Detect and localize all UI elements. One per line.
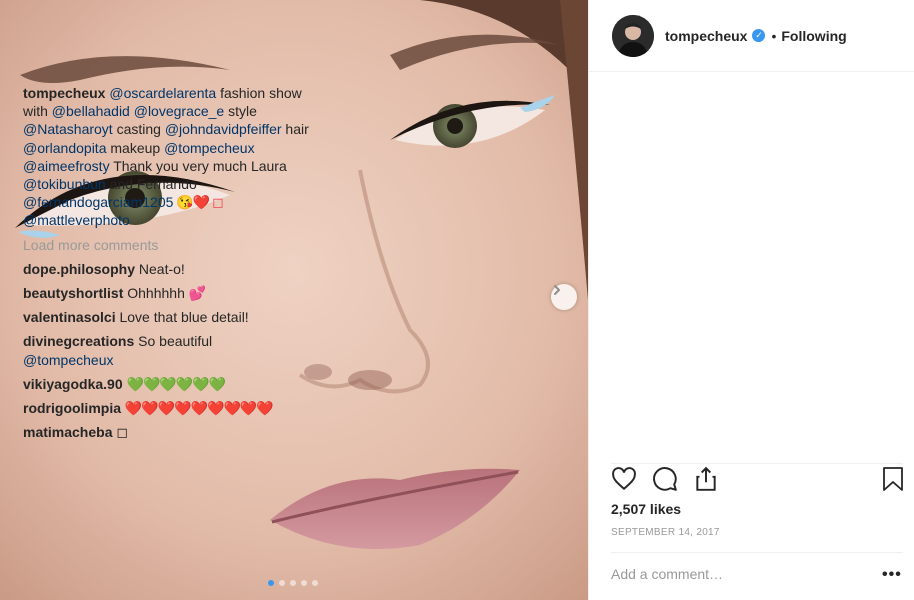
comment-text: Neat-o!	[138, 260, 185, 277]
carousel-dot	[279, 580, 285, 586]
post-header: tompecheux ✓ • Following	[589, 0, 914, 72]
avatar[interactable]	[612, 14, 654, 57]
more-options-button[interactable]: •••	[882, 566, 902, 584]
share-icon[interactable]	[693, 466, 719, 497]
comment-item: valentinasolci Love that blue detail!	[23, 308, 309, 326]
caption-text-fragment: casting	[112, 121, 165, 138]
heart-icon[interactable]	[611, 466, 637, 497]
next-slide-button[interactable]	[551, 284, 577, 310]
post-caption: tompecheux @oscardelarenta fashion show …	[23, 84, 309, 230]
comment-emoji: 💚💚💚💚💚💚	[126, 375, 227, 392]
caption-mention-link[interactable]: @tompecheux	[164, 140, 254, 156]
carousel-dot	[268, 580, 274, 586]
bookmark-icon[interactable]	[881, 466, 905, 497]
caption-text-fragment: hair	[281, 121, 309, 138]
comment-username[interactable]: divinegcreations	[23, 333, 134, 349]
post-username[interactable]: tompecheux	[665, 28, 747, 44]
carousel-dot	[312, 580, 318, 586]
caption-mention-link[interactable]: @Natasharoyt	[23, 121, 113, 137]
carousel-indicators	[268, 580, 318, 586]
comment-text: So beautiful	[138, 333, 213, 350]
following-button[interactable]: Following	[781, 28, 846, 44]
separator-bullet: •	[771, 27, 777, 44]
comment-item: vikiyagodka.90 💚💚💚💚💚💚	[23, 375, 309, 393]
comment-icon[interactable]	[652, 466, 678, 497]
carousel-dot	[301, 580, 307, 586]
caption-mention-link[interactable]: @mattleverphoto	[23, 212, 130, 228]
comment-username[interactable]: vikiyagodka.90	[23, 376, 123, 392]
caption-text-fragment: and Fernando	[105, 176, 197, 193]
post-actions	[611, 466, 719, 497]
comment-text: Ohhhhhh	[127, 285, 185, 302]
likes-count[interactable]: 2,507 likes	[611, 501, 681, 517]
comment-username[interactable]: valentinasolci	[23, 309, 116, 325]
caption-username[interactable]: tompecheux	[23, 85, 105, 101]
caption-text-fragment: style	[224, 103, 257, 120]
comment-username[interactable]: dope.philosophy	[23, 261, 135, 277]
caption-mention-link[interactable]: @oscardelarenta	[109, 85, 216, 101]
caption-mention-link[interactable]: @tokibunbun	[23, 176, 106, 192]
comment-text: Love that blue detail!	[119, 309, 249, 326]
add-comment-input[interactable]	[611, 564, 861, 584]
comment-item: rodrigoolimpia ❤️❤️❤️❤️❤️❤️❤️❤️❤️	[23, 399, 309, 417]
caption-mention-link[interactable]: @fernandogarciam1205	[23, 194, 173, 210]
comments-list[interactable]: tompecheux @oscardelarenta fashion show …	[23, 84, 309, 456]
load-more-comments-button[interactable]: Load more comments	[23, 236, 309, 254]
caption-text-fragment: Thank you very much Laura	[109, 157, 287, 174]
carousel-dot	[290, 580, 296, 586]
post-date[interactable]: SEPTEMBER 14, 2017	[611, 527, 720, 538]
comment-item: beautyshortlist Ohhhhhh 💕	[23, 284, 309, 302]
comment-emoji: ❤️❤️❤️❤️❤️❤️❤️❤️❤️	[124, 400, 274, 417]
comment-username[interactable]: matimacheba	[23, 424, 112, 440]
comment-item: dope.philosophy Neat-o!	[23, 260, 309, 278]
verified-badge-icon: ✓	[752, 29, 766, 42]
caption-text: @oscardelarenta fashion show with @bella…	[23, 85, 309, 228]
caption-text-fragment: makeup	[106, 139, 165, 156]
caption-mention-link[interactable]: @johndavidpfeiffer	[165, 121, 282, 137]
comment-emoji: 💕	[188, 285, 207, 302]
comment-item: matimacheba ◻	[23, 423, 309, 441]
profile-photo-icon	[612, 14, 654, 57]
caption-mention-link[interactable]: @lovegrace_e	[134, 103, 225, 119]
caption-emoji: 😘❤️ ◻	[173, 194, 223, 211]
caption-mention-link[interactable]: @aimeefrosty	[23, 158, 110, 174]
chevron-right-icon	[554, 285, 560, 295]
comment-username[interactable]: rodrigoolimpia	[23, 400, 121, 416]
comment-item: divinegcreations So beautiful @tompecheux	[23, 332, 309, 368]
comment-text: ◻	[116, 424, 128, 441]
caption-mention-link[interactable]: @bellahadid	[52, 103, 130, 119]
caption-mention-link[interactable]: @orlandopita	[23, 140, 107, 156]
comment-mention-link[interactable]: @tompecheux	[23, 352, 113, 368]
comment-username[interactable]: beautyshortlist	[23, 285, 123, 301]
